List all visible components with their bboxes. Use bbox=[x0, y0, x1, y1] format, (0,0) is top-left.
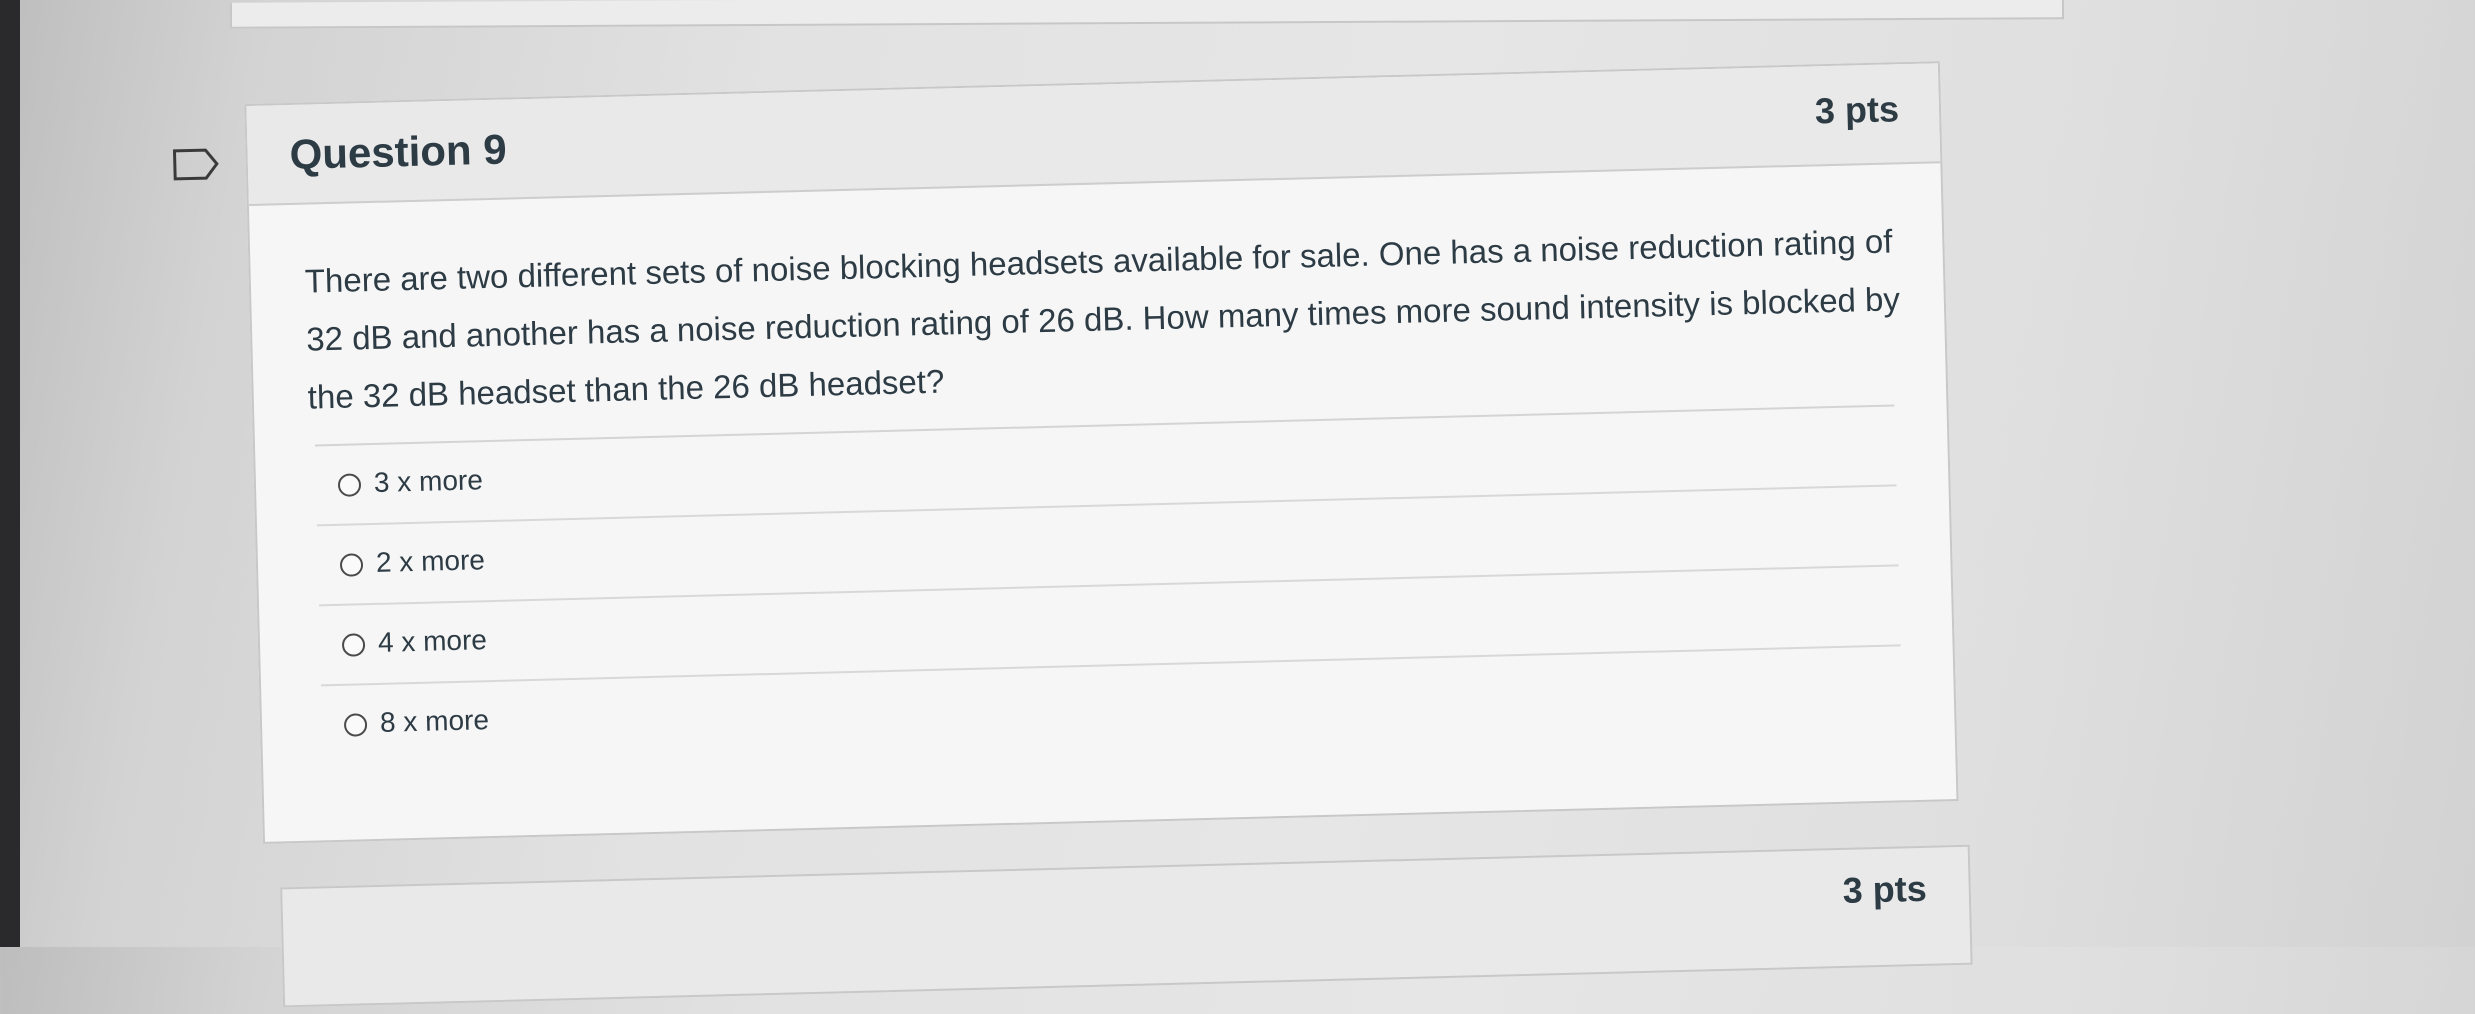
answer-label[interactable]: 3 x more bbox=[374, 464, 484, 499]
next-question-points: 3 pts bbox=[1842, 867, 1928, 911]
quiz-content: Question 9 3 pts There are two different… bbox=[0, 0, 2475, 1008]
answer-label[interactable]: 2 x more bbox=[376, 544, 486, 579]
radio-button[interactable] bbox=[339, 553, 364, 577]
question-points: 3 pts bbox=[1814, 88, 1900, 132]
question-card: Question 9 3 pts There are two different… bbox=[244, 61, 1959, 844]
question-title: Question 9 bbox=[289, 125, 508, 178]
radio-button[interactable] bbox=[337, 473, 362, 497]
question-header: Question 9 3 pts bbox=[246, 63, 1941, 207]
radio-button[interactable] bbox=[343, 713, 368, 737]
answer-list: 3 x more 2 x more 4 x more 8 x more bbox=[315, 406, 1903, 766]
flag-outline-icon[interactable] bbox=[171, 147, 220, 182]
radio-button[interactable] bbox=[341, 633, 366, 657]
question-text: There are two different sets of noise bl… bbox=[304, 222, 1901, 416]
answer-label[interactable]: 8 x more bbox=[380, 704, 490, 739]
answer-label[interactable]: 4 x more bbox=[378, 624, 488, 659]
next-question-card: 3 pts bbox=[280, 844, 1973, 1008]
